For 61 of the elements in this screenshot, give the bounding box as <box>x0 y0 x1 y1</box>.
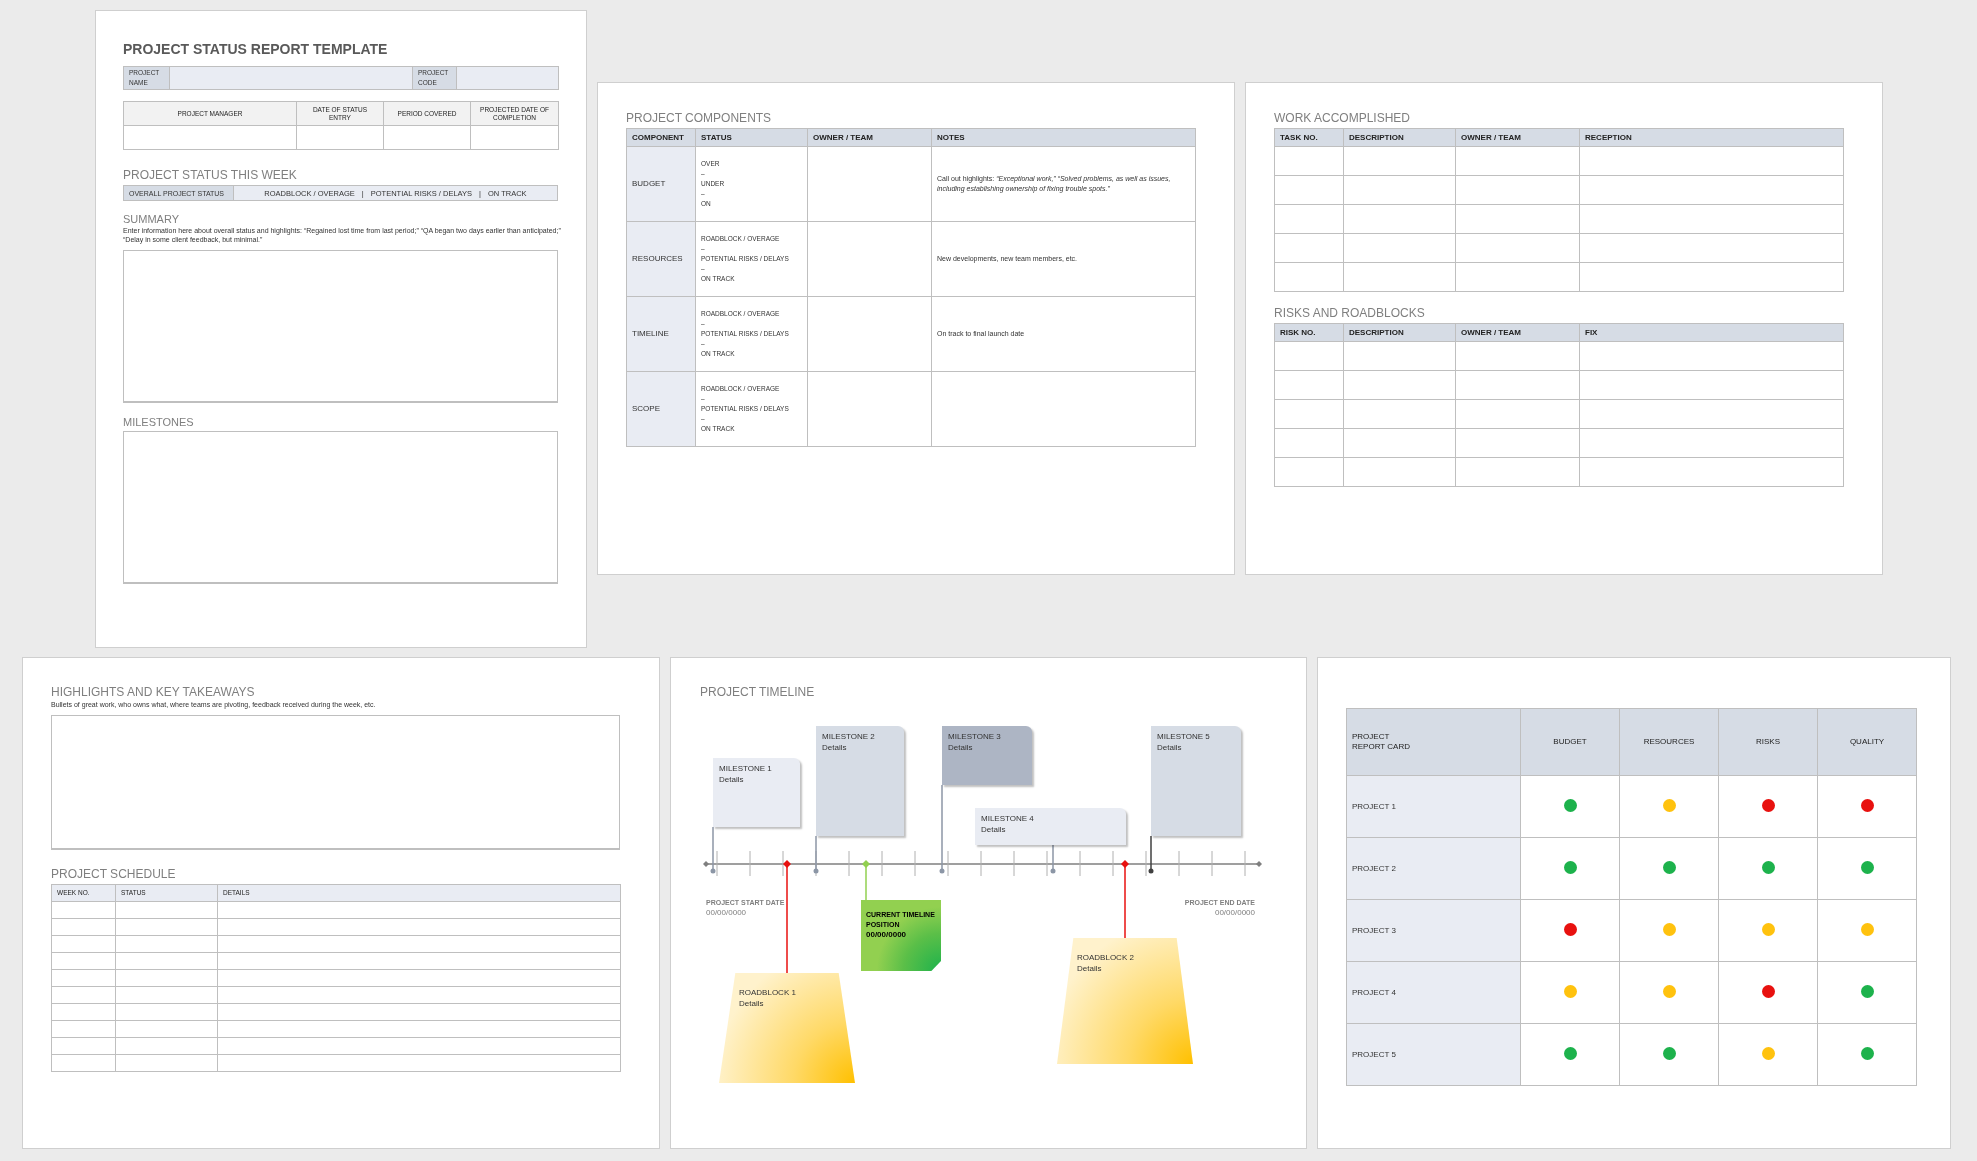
milestone-details: Details <box>948 742 974 753</box>
column-header: RISK NO. <box>1274 323 1344 342</box>
section-heading: RISKS AND ROADBLOCKS <box>1274 306 1426 320</box>
milestone-title: MILESTONE 1 <box>719 763 773 774</box>
column-header: FIX <box>1579 323 1844 342</box>
section-heading: HIGHLIGHTS AND KEY TAKEAWAYS <box>51 685 256 699</box>
column-header: TASK NO. <box>1274 128 1344 147</box>
column-header: RISKS <box>1718 708 1818 776</box>
column-header: OWNER / TEAM <box>1455 128 1580 147</box>
table-cell: BUDGET <box>626 146 696 222</box>
summary-box[interactable] <box>123 250 558 403</box>
table-cell: PROJECT 5 <box>1346 1023 1521 1086</box>
column-header: OWNER / TEAM <box>807 128 932 147</box>
roadblock-details: Details <box>1077 963 1103 974</box>
table-cell: TIMELINE <box>626 296 696 372</box>
date-value: 00/00/0000 <box>1213 908 1255 918</box>
leader-line <box>1148 835 1154 874</box>
milestone-details: Details <box>981 824 1007 835</box>
milestone-details: Details <box>719 774 745 785</box>
section-heading: PROJECT COMPONENTS <box>626 111 773 125</box>
column-header: RECEPTION <box>1579 128 1844 147</box>
table-cell: PROJECT 1 <box>1346 775 1521 838</box>
roadblock-details: Details <box>739 998 765 1009</box>
milestone-title: MILESTONE 5 <box>1157 731 1211 742</box>
milestone-title: MILESTONE 4 <box>981 813 1035 824</box>
leader-line <box>813 835 819 874</box>
column-header: PROJECT REPORT CARD <box>1346 708 1521 776</box>
column-header: RESOURCES <box>1619 708 1719 776</box>
section-heading: PROJECT TIMELINE <box>700 685 816 699</box>
leader-line <box>862 860 870 901</box>
highlights-box[interactable] <box>51 715 620 850</box>
milestone-details: Details <box>1157 742 1183 753</box>
milestone-title: MILESTONE 3 <box>948 731 1002 742</box>
table-cell: PROJECT 2 <box>1346 837 1521 900</box>
table-cell: PROJECT 3 <box>1346 899 1521 962</box>
date-value: 00/00/0000 <box>706 908 748 918</box>
column-header: DESCRIPTION <box>1343 128 1456 147</box>
column-header: STATUS <box>695 128 808 147</box>
column-header: COMPONENT <box>626 128 696 147</box>
column-header: OWNER / TEAM <box>1455 323 1580 342</box>
table-cell: PROJECT 4 <box>1346 961 1521 1024</box>
column-header: DESCRIPTION <box>1343 323 1456 342</box>
section-heading: WORK ACCOMPLISHED <box>1274 111 1412 125</box>
leader-line <box>710 826 716 874</box>
section-heading: PROJECT STATUS THIS WEEK <box>123 168 298 182</box>
column-header: QUALITY <box>1817 708 1917 776</box>
leader-line <box>1050 844 1056 874</box>
table-cell: SCOPE <box>626 371 696 447</box>
milestone-title: MILESTONE 2 <box>822 731 876 742</box>
roadblock-title: ROADBLOCK 2 <box>1077 952 1135 963</box>
section-heading: SUMMARY <box>123 213 181 225</box>
document-title: PROJECT STATUS REPORT TEMPLATE <box>123 41 389 57</box>
note-date: 00/00/0000 <box>866 930 908 940</box>
table-cell: RESOURCES <box>626 221 696 297</box>
milestone-details: Details <box>822 742 848 753</box>
section-heading: PROJECT SCHEDULE <box>51 867 177 881</box>
roadblock-title: ROADBLOCK 1 <box>739 987 797 998</box>
section-heading: MILESTONES <box>123 416 195 428</box>
milestones-box[interactable] <box>123 431 558 584</box>
column-header: BUDGET <box>1520 708 1620 776</box>
column-header: NOTES <box>931 128 1196 147</box>
